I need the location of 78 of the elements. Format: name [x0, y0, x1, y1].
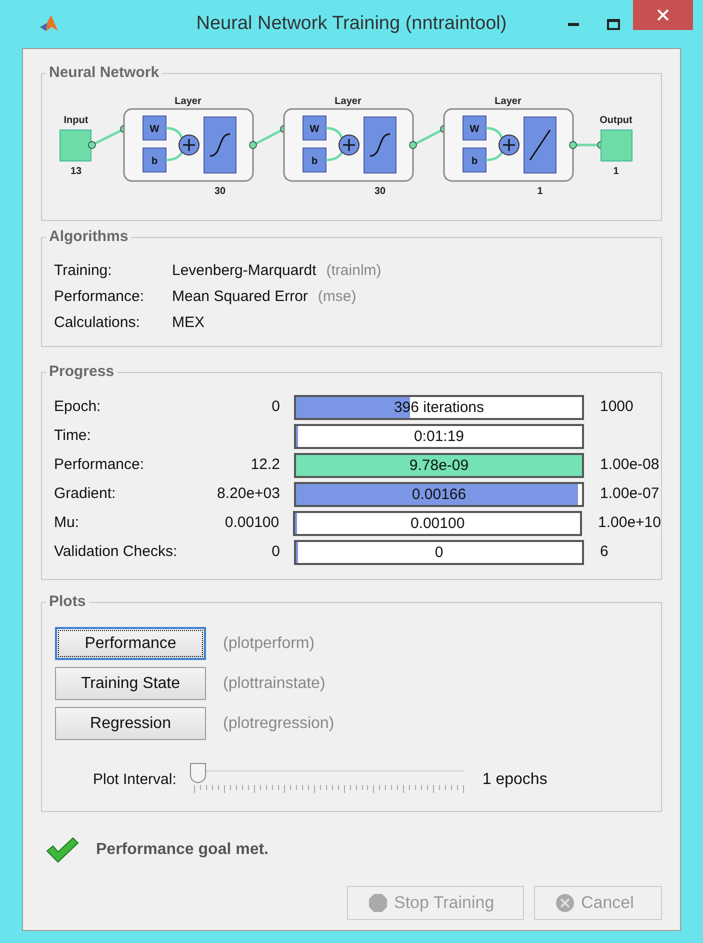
- input-label: Input: [64, 115, 88, 126]
- progress-label: Mu:: [54, 513, 80, 534]
- progress-text: 0:01:19: [412, 427, 466, 447]
- sum-icon: [338, 134, 360, 156]
- progress-label: Performance:: [54, 455, 146, 476]
- progress-text: 0.00166: [410, 485, 468, 505]
- layer-label: Layer: [174, 96, 202, 107]
- target-value: 6: [600, 542, 608, 562]
- progress-label: Gradient:: [54, 484, 117, 504]
- start-value: 0: [272, 397, 280, 418]
- algorithm-label: Calculations:: [54, 313, 141, 333]
- algorithm-function: (trainlm): [326, 261, 382, 281]
- bias-label: b: [471, 156, 478, 167]
- connector-line: [324, 126, 344, 162]
- close-icon: [657, 9, 669, 21]
- layer-size: 1: [537, 186, 543, 197]
- algorithm-value: Levenberg-Marquardt: [172, 261, 316, 281]
- progress-text: 0: [434, 543, 444, 563]
- input-node: [60, 130, 92, 162]
- algorithm-label: Training:: [54, 261, 113, 281]
- cancel-icon: [555, 893, 575, 913]
- weight-box: [462, 116, 486, 140]
- plot-button[interactable]: Performance: [55, 627, 206, 660]
- connector-line: [484, 126, 504, 162]
- weight-label: W: [470, 124, 480, 135]
- start-value: 0: [272, 542, 280, 562]
- plot-function: (plotregression): [223, 714, 334, 734]
- layer-size: 30: [214, 186, 226, 197]
- weight-label: W: [310, 124, 320, 135]
- start-value: 8.20e+03: [217, 484, 280, 504]
- start-value: 0.00100: [224, 513, 280, 534]
- layer-label: Layer: [494, 96, 522, 107]
- output-label: Output: [600, 115, 632, 126]
- progress-label: Epoch:: [54, 397, 102, 418]
- sigmoid-transfer-icon: [364, 116, 396, 174]
- bias-box: [302, 148, 326, 172]
- layer-size: 30: [374, 186, 386, 197]
- output-size: 1: [613, 166, 619, 177]
- bias-box: [142, 148, 166, 172]
- sum-icon: [498, 134, 520, 156]
- bias-label: b: [311, 156, 318, 167]
- bias-box: [462, 148, 486, 172]
- algorithm-label: Performance:: [54, 287, 146, 307]
- close-button[interactable]: [633, 0, 693, 30]
- output-node: [600, 130, 632, 162]
- connector-line: [164, 126, 184, 162]
- section-title: Algorithms: [46, 227, 132, 247]
- plot-function: (plottrainstate): [223, 674, 326, 694]
- progress-text: 9.78e-09: [408, 456, 470, 476]
- plot-interval-label: Plot Interval:: [93, 770, 176, 790]
- progress-text: 0.00100: [409, 514, 466, 534]
- input-size: 13: [70, 166, 82, 177]
- weight-box: [142, 116, 166, 140]
- plot-function: (plotperform): [223, 634, 315, 654]
- weight-label: W: [150, 124, 160, 135]
- checkmark-icon: [45, 836, 79, 864]
- plot-button[interactable]: Regression: [55, 707, 206, 740]
- sum-icon: [178, 134, 200, 156]
- target-value: 1000: [600, 397, 634, 418]
- algorithm-value: MEX: [172, 313, 205, 333]
- stop-icon: [368, 893, 388, 913]
- target-value: 1.00e-08: [600, 455, 660, 476]
- algorithm-value: Mean Squared Error: [172, 287, 308, 307]
- window-title: Neural Network Training (nntraintool): [195, 12, 508, 36]
- start-value: 12.2: [250, 455, 280, 476]
- target-value: 1.00e-07: [600, 484, 660, 504]
- weight-box: [302, 116, 326, 140]
- algorithm-function: (mse): [318, 287, 356, 307]
- interval-reading: 1 epochs: [482, 770, 548, 790]
- bias-label: b: [151, 156, 158, 167]
- layer-label: Layer: [334, 96, 362, 107]
- target-value: 1.00e+10: [598, 513, 661, 534]
- progress-label: Time:: [54, 426, 92, 446]
- progress-label: Validation Checks:: [54, 542, 178, 562]
- linear-transfer-icon: [524, 116, 556, 174]
- sigmoid-transfer-icon: [204, 116, 236, 174]
- plot-button[interactable]: Training State: [55, 667, 206, 700]
- status-message: Performance goal met.: [96, 840, 268, 860]
